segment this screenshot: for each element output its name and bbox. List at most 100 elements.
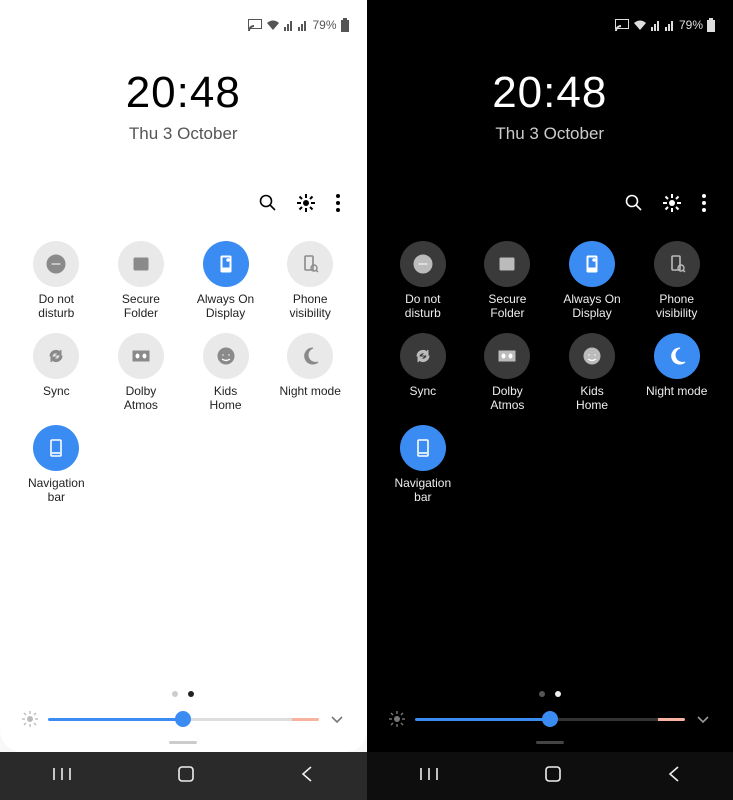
- tiles-grid-light: Do notdisturbSecureFolderAlways OnDispla…: [12, 231, 355, 515]
- battery-percent: 79%: [312, 18, 336, 32]
- light-mode-panel: 79% 20:48 Thu 3 October Do notdisturbSec…: [0, 0, 367, 800]
- back-button[interactable]: [666, 765, 682, 788]
- tile-nightmode[interactable]: Night mode: [268, 333, 353, 413]
- brightness-row: [379, 703, 722, 737]
- gear-icon[interactable]: [663, 194, 681, 217]
- more-icon[interactable]: [701, 194, 707, 217]
- recents-button[interactable]: [51, 766, 73, 787]
- battery-percent: 79%: [679, 18, 703, 32]
- tile-label: Phonevisibility: [273, 293, 347, 321]
- panel-handle[interactable]: [379, 737, 722, 752]
- brightness-thumb[interactable]: [542, 711, 558, 727]
- panel-handle[interactable]: [12, 737, 355, 752]
- dnd-icon: [400, 241, 446, 287]
- action-row: [12, 144, 355, 231]
- pager: [379, 673, 722, 703]
- chevron-down-icon[interactable]: [329, 711, 345, 727]
- signal-icon: [284, 19, 294, 31]
- aod-icon: [569, 241, 615, 287]
- cast-icon: [248, 19, 262, 31]
- navbar-icon: [33, 425, 79, 471]
- tile-label: Navigationbar: [386, 477, 460, 505]
- quick-panel: 79% 20:48 Thu 3 October Do notdisturbSec…: [0, 0, 367, 752]
- tile-dolby[interactable]: DolbyAtmos: [99, 333, 184, 413]
- navbar-icon: [400, 425, 446, 471]
- dnd-icon: [33, 241, 79, 287]
- tile-sync[interactable]: Sync: [14, 333, 99, 413]
- wifi-icon: [266, 19, 280, 31]
- signal2-icon: [298, 19, 308, 31]
- gear-icon[interactable]: [297, 194, 315, 217]
- tile-dnd[interactable]: Do notdisturb: [14, 241, 99, 321]
- tile-dolby[interactable]: DolbyAtmos: [465, 333, 550, 413]
- status-bar: 79%: [12, 10, 355, 38]
- tile-aod[interactable]: Always OnDisplay: [183, 241, 268, 321]
- pager-dot-active[interactable]: [188, 691, 194, 697]
- battery-icon: [341, 18, 349, 32]
- tile-aod[interactable]: Always OnDisplay: [550, 241, 635, 321]
- search-icon[interactable]: [259, 194, 277, 217]
- tile-navbar[interactable]: Navigationbar: [14, 425, 99, 505]
- dark-mode-panel: 79% 20:48 Thu 3 October Do notdisturb Sec…: [367, 0, 733, 800]
- tile-kidshome[interactable]: KidsHome: [550, 333, 635, 413]
- secure-icon: [118, 241, 164, 287]
- search-icon[interactable]: [625, 194, 643, 217]
- back-button[interactable]: [299, 765, 315, 788]
- tile-navbar[interactable]: Navigationbar: [381, 425, 466, 505]
- tile-secure[interactable]: SecureFolder: [99, 241, 184, 321]
- tile-label: Do notdisturb: [386, 293, 460, 321]
- status-bar: 79%: [379, 10, 722, 38]
- tile-phonevis[interactable]: Phonevisibility: [634, 241, 719, 321]
- nav-bar: [0, 752, 367, 800]
- more-icon[interactable]: [335, 194, 341, 217]
- tile-label: DolbyAtmos: [104, 385, 178, 413]
- tile-label: DolbyAtmos: [470, 385, 544, 413]
- nightmode-icon: [287, 333, 333, 379]
- home-button[interactable]: [543, 764, 563, 789]
- dolby-icon: [118, 333, 164, 379]
- tile-nightmode[interactable]: Night mode: [634, 333, 719, 413]
- brightness-thumb[interactable]: [175, 711, 191, 727]
- tile-label: Sync: [19, 385, 93, 413]
- pager-dot[interactable]: [539, 691, 545, 697]
- clock-time: 20:48: [12, 68, 355, 118]
- tile-kidshome[interactable]: KidsHome: [183, 333, 268, 413]
- brightness-slider[interactable]: [415, 718, 686, 721]
- nightmode-icon: [654, 333, 700, 379]
- tile-label: KidsHome: [555, 385, 629, 413]
- clock-date: Thu 3 October: [12, 124, 355, 144]
- tile-label: Do notdisturb: [19, 293, 93, 321]
- phonevis-icon: [287, 241, 333, 287]
- tile-label: Night mode: [273, 385, 347, 413]
- chevron-down-icon[interactable]: [695, 711, 711, 727]
- clock-block: 20:48 Thu 3 October: [12, 68, 355, 144]
- brightness-slider[interactable]: [48, 718, 319, 721]
- clock-block: 20:48 Thu 3 October: [379, 68, 722, 144]
- tile-label: Phonevisibility: [640, 293, 714, 321]
- tile-secure[interactable]: SecureFolder: [465, 241, 550, 321]
- tile-label: KidsHome: [189, 385, 263, 413]
- tile-sync[interactable]: Sync: [381, 333, 466, 413]
- signal2-icon: [665, 19, 675, 31]
- kidshome-icon: [569, 333, 615, 379]
- brightness-row: [12, 703, 355, 737]
- clock-time: 20:48: [379, 68, 722, 118]
- pager-dot[interactable]: [172, 691, 178, 697]
- tiles-grid-dark: Do notdisturb SecureFolderAlways OnDispla…: [379, 231, 722, 515]
- aod-icon: [203, 241, 249, 287]
- home-button[interactable]: [176, 764, 196, 789]
- tile-label: SecureFolder: [470, 293, 544, 321]
- clock-date: Thu 3 October: [379, 124, 722, 144]
- tile-label: Navigationbar: [19, 477, 93, 505]
- pager: [12, 673, 355, 703]
- brightness-icon: [389, 711, 405, 727]
- tile-dnd[interactable]: Do notdisturb: [381, 241, 466, 321]
- recents-button[interactable]: [418, 766, 440, 787]
- tile-label: Sync: [386, 385, 460, 413]
- pager-dot-active[interactable]: [555, 691, 561, 697]
- secure-icon: [484, 241, 530, 287]
- nav-bar: [367, 752, 733, 800]
- wifi-icon: [633, 19, 647, 31]
- tile-phonevis[interactable]: Phonevisibility: [268, 241, 353, 321]
- dolby-icon: [484, 333, 530, 379]
